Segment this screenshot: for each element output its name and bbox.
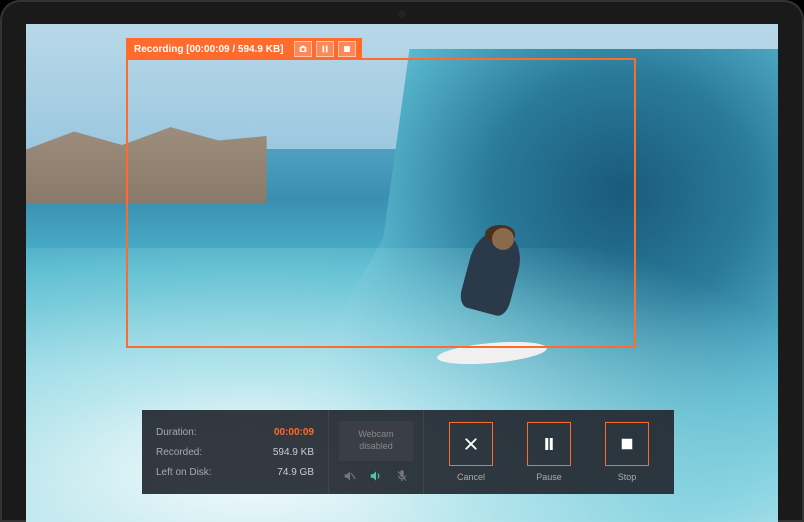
camera-icon [298,44,308,54]
stop-icon [342,44,352,54]
stop-icon [618,435,636,453]
duration-value: 00:00:09 [274,427,314,438]
screenshot-button[interactable] [294,41,312,57]
pause-icon [540,435,558,453]
webcam-section: Webcam disabled [328,410,424,494]
disk-row: Left on Disk: 74.9 GB [156,467,314,478]
action-buttons: Cancel Pause Stop [424,410,674,494]
screen-content: Recording [00:00:09 / 594.9 KB] Duration… [26,24,778,522]
system-audio-muted-icon[interactable] [343,469,357,483]
mic-muted-icon[interactable] [395,469,409,483]
control-panel: Duration: 00:00:09 Recorded: 594.9 KB Le… [142,410,674,494]
pause-icon [320,44,330,54]
audio-controls [343,469,409,483]
disk-value: 74.9 GB [277,467,314,478]
recorded-value: 594.9 KB [273,447,314,458]
pause-mini-button[interactable] [316,41,334,57]
stop-label: Stop [618,472,637,482]
close-icon [462,435,480,453]
speaker-icon[interactable] [369,469,383,483]
webcam-status: Webcam disabled [339,421,413,460]
webcam-dot [398,10,406,18]
recorded-label: Recorded: [156,447,202,458]
pause-label: Pause [536,472,562,482]
recording-status-bar: Recording [00:00:09 / 594.9 KB] [126,38,362,60]
cancel-button[interactable]: Cancel [449,422,493,482]
recorded-row: Recorded: 594.9 KB [156,447,314,458]
stop-button[interactable]: Stop [605,422,649,482]
stop-mini-button[interactable] [338,41,356,57]
pause-button[interactable]: Pause [527,422,571,482]
laptop-frame: Recording [00:00:09 / 594.9 KB] Duration… [0,0,804,522]
duration-row: Duration: 00:00:09 [156,427,314,438]
capture-region-frame[interactable]: Recording [00:00:09 / 594.9 KB] [126,58,636,348]
recording-status-text: Recording [00:00:09 / 594.9 KB] [134,44,284,55]
disk-label: Left on Disk: [156,467,212,478]
cancel-label: Cancel [457,472,485,482]
duration-label: Duration: [156,427,197,438]
stats-section: Duration: 00:00:09 Recorded: 594.9 KB Le… [142,410,328,494]
